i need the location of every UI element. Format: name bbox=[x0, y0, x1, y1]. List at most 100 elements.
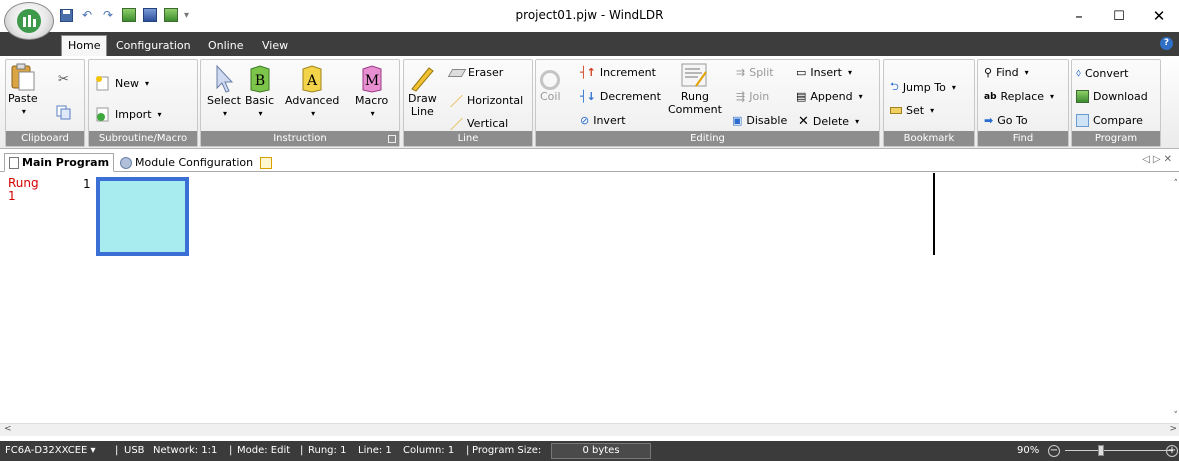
tab-main-program[interactable]: Main Program bbox=[4, 153, 115, 172]
append-button[interactable]: ▤ Append ▾ bbox=[796, 90, 863, 103]
status-divider: | bbox=[300, 445, 304, 456]
tab-view[interactable]: View bbox=[256, 36, 294, 56]
group-caption-clipboard: Clipboard bbox=[6, 131, 84, 146]
module-icon bbox=[120, 156, 132, 169]
invert-label: Invert bbox=[593, 114, 626, 127]
plc-model-selector[interactable]: FC6A-D32XXCEE ▾ bbox=[5, 441, 96, 461]
set-bookmark-button[interactable]: Set ▾ bbox=[890, 104, 934, 117]
help-icon[interactable]: ? bbox=[1160, 37, 1173, 50]
vertical-scrollbar[interactable]: ˄ ˅ bbox=[1170, 173, 1179, 423]
tab-module-configuration[interactable]: Module Configuration bbox=[116, 153, 257, 172]
disable-label: Disable bbox=[746, 114, 788, 127]
minimize-button[interactable]: – bbox=[1059, 0, 1099, 32]
status-bar: FC6A-D32XXCEE ▾ | USB Network: 1:1 | Mod… bbox=[0, 441, 1179, 461]
import-dropdown-icon: ▾ bbox=[157, 109, 162, 119]
advanced-instruction-icon: A bbox=[302, 65, 322, 93]
advanced-button[interactable]: A Advanced ▾ bbox=[285, 64, 339, 120]
split-icon: ⇉ bbox=[736, 66, 746, 79]
insert-dropdown-icon: ▾ bbox=[847, 68, 852, 77]
editor-cursor-cell[interactable] bbox=[96, 177, 189, 256]
rung-comment-button[interactable]: Rung Comment bbox=[668, 62, 722, 116]
import-button[interactable]: Import ▾ bbox=[95, 106, 162, 122]
zoom-in-icon[interactable]: + bbox=[1166, 445, 1178, 457]
download-quick-icon[interactable] bbox=[163, 7, 179, 23]
convert-icon: ⬨ bbox=[1076, 66, 1081, 79]
status-divider: | bbox=[115, 445, 119, 456]
delete-button[interactable]: ✕ Delete ▾ bbox=[798, 114, 859, 129]
import-label: Import bbox=[115, 107, 152, 121]
ladder-editor[interactable]: Rung 1 1 bbox=[0, 173, 1170, 423]
ribbon-tab-bar: Home Configuration Online View ? bbox=[0, 32, 1179, 56]
convert-button[interactable]: ⬨ Convert bbox=[1076, 66, 1128, 80]
set-dropdown-icon: ▾ bbox=[930, 106, 935, 115]
draw-line-label-1: Draw bbox=[408, 92, 437, 105]
go-to-button[interactable]: ➡ Go To bbox=[984, 114, 1028, 127]
import-icon bbox=[96, 107, 109, 122]
bookmark-icon bbox=[890, 107, 902, 114]
upload-icon[interactable] bbox=[142, 7, 158, 23]
tab-scroll-arrows[interactable]: ◁▷✕ bbox=[1142, 154, 1175, 165]
split-button[interactable]: ⇉ Split bbox=[736, 66, 774, 79]
find-label: Find bbox=[996, 66, 1019, 79]
horizontal-line-button[interactable]: ／ Horizontal bbox=[450, 91, 523, 110]
tab-home[interactable]: Home bbox=[61, 35, 108, 56]
undo-icon[interactable]: ↶ bbox=[79, 7, 95, 23]
find-button[interactable]: ⚲ Find ▾ bbox=[984, 66, 1029, 79]
horizontal-label: Horizontal bbox=[467, 94, 524, 107]
tab-module-configuration-label: Module Configuration bbox=[135, 155, 254, 169]
invert-button[interactable]: ⊘ Invert bbox=[580, 114, 626, 127]
go-to-label: Go To bbox=[997, 114, 1028, 127]
new-button[interactable]: New ▾ bbox=[95, 75, 149, 91]
application-button[interactable] bbox=[4, 2, 54, 40]
zoom-slider-track[interactable] bbox=[1065, 450, 1173, 451]
scroll-left-icon[interactable]: < bbox=[4, 424, 12, 434]
maximize-button[interactable]: ☐ bbox=[1099, 0, 1139, 32]
download-icon bbox=[1076, 90, 1089, 103]
save-icon[interactable] bbox=[58, 7, 74, 23]
join-icon: ⇶ bbox=[736, 90, 746, 103]
redo-icon[interactable]: ↷ bbox=[100, 7, 116, 23]
zoom-slider-thumb[interactable] bbox=[1098, 445, 1104, 456]
join-label: Join bbox=[749, 90, 770, 103]
group-caption-find: Find bbox=[978, 131, 1068, 146]
rung-number: 1 bbox=[83, 177, 91, 191]
instruction-dialog-launcher-icon[interactable] bbox=[388, 135, 396, 143]
tab-configuration[interactable]: Configuration bbox=[110, 36, 197, 56]
scroll-down-icon[interactable]: ˅ bbox=[1174, 411, 1179, 421]
append-icon: ▤ bbox=[796, 90, 807, 103]
copy-button[interactable] bbox=[56, 104, 72, 120]
increment-button[interactable]: ┤↑ Increment bbox=[580, 66, 656, 79]
macro-button[interactable]: M Macro ▾ bbox=[355, 64, 388, 120]
monitor-icon[interactable] bbox=[121, 7, 137, 23]
close-button[interactable]: ✕ bbox=[1139, 0, 1179, 32]
scroll-up-icon[interactable]: ˄ bbox=[1174, 179, 1179, 189]
disable-button[interactable]: ▣ Disable bbox=[732, 114, 787, 127]
zoom-out-icon[interactable]: − bbox=[1048, 445, 1060, 457]
new-tab-button[interactable] bbox=[256, 153, 276, 172]
download-button[interactable]: Download bbox=[1076, 90, 1148, 103]
insert-button[interactable]: ▭ Insert ▾ bbox=[796, 66, 852, 79]
scroll-right-icon[interactable]: > bbox=[1169, 424, 1177, 434]
group-clipboard: Paste ▾ ✂ Clipboard bbox=[5, 59, 85, 147]
basic-label: Basic bbox=[245, 94, 275, 107]
app-logo-icon bbox=[17, 9, 41, 33]
replace-button[interactable]: ab Replace ▾ bbox=[984, 90, 1054, 103]
copy-icon bbox=[56, 105, 71, 120]
join-button[interactable]: ⇶ Join bbox=[736, 90, 769, 103]
horizontal-scrollbar[interactable]: < > bbox=[0, 423, 1179, 436]
eraser-button[interactable]: Eraser bbox=[447, 66, 503, 79]
paste-button[interactable]: Paste ▾ bbox=[8, 62, 38, 118]
basic-button[interactable]: B Basic ▾ bbox=[245, 64, 274, 120]
coil-button[interactable]: Coil bbox=[540, 70, 561, 103]
group-line: Draw Line Eraser ／ Horizontal ／ Vertical L… bbox=[403, 59, 533, 147]
decrement-button[interactable]: ┤↓ Decrement bbox=[580, 90, 661, 103]
select-button[interactable]: Select ▾ bbox=[207, 64, 241, 120]
customize-quick-access-button[interactable]: ▾ bbox=[184, 10, 189, 21]
coil-label: Coil bbox=[540, 90, 561, 103]
jump-to-button[interactable]: ⮌ Jump To ▾ bbox=[890, 78, 956, 97]
rung-label-text: Rung bbox=[8, 176, 39, 190]
cut-button[interactable]: ✂ bbox=[58, 72, 69, 87]
tab-online[interactable]: Online bbox=[202, 36, 249, 56]
draw-line-button[interactable]: Draw Line bbox=[408, 64, 437, 118]
compare-button[interactable]: Compare bbox=[1076, 114, 1143, 127]
